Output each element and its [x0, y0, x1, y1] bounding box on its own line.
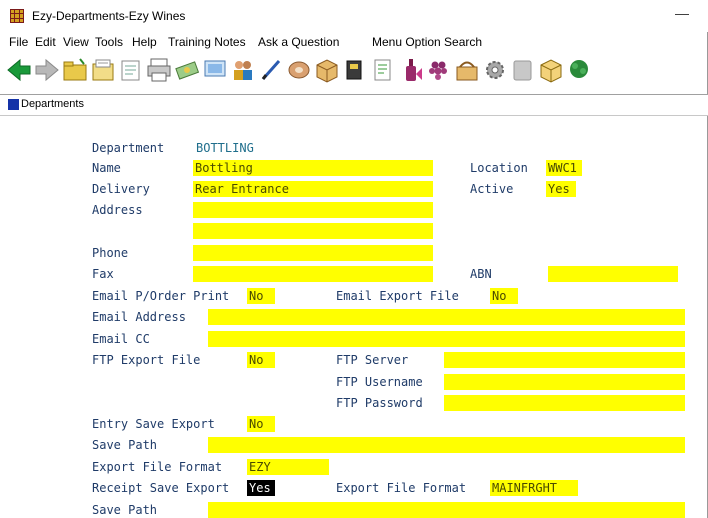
printer-icon[interactable]	[146, 56, 172, 84]
menu-help[interactable]: Help	[132, 35, 157, 49]
gear-icon[interactable]	[482, 56, 508, 84]
folder-icon[interactable]	[62, 56, 88, 84]
basket-icon[interactable]	[454, 56, 480, 84]
delivery-field[interactable]: Rear Entrance	[193, 181, 433, 197]
menu-option-search[interactable]: Menu Option Search	[372, 35, 482, 49]
tab-departments[interactable]: Departments	[21, 98, 84, 110]
delivery-label: Delivery	[92, 182, 150, 196]
fax-field[interactable]	[193, 266, 433, 282]
application-window: Ezy-Departments-Ezy Wines — File Edit Vi…	[0, 0, 708, 518]
window-title: Ezy-Departments-Ezy Wines	[32, 9, 186, 23]
menu-tools[interactable]: Tools	[95, 35, 123, 49]
abn-label: ABN	[470, 267, 492, 281]
square-icon[interactable]	[510, 56, 536, 84]
receipt-save-export-label: Receipt Save Export	[92, 481, 230, 495]
window-square-icon	[8, 99, 19, 110]
tab-bar: Departments	[0, 94, 708, 116]
tool-icon[interactable]	[342, 56, 368, 84]
phone-field[interactable]	[193, 245, 433, 261]
ftp-username-label: FTP Username	[336, 375, 423, 389]
ftp-password-label: FTP Password	[336, 396, 423, 410]
export-file-format-field[interactable]: EZY	[247, 459, 329, 475]
back-arrow-icon[interactable]	[6, 56, 32, 84]
menu-view[interactable]: View	[63, 35, 89, 49]
entry-save-export-label: Entry Save Export	[92, 417, 215, 431]
receipt-export-format-field[interactable]: MAINFRGHT	[490, 480, 578, 496]
email-export-field[interactable]: No	[490, 288, 518, 304]
folder-open-icon[interactable]	[90, 56, 116, 84]
ftp-export-label: FTP Export File	[92, 353, 201, 367]
email-po-print-field[interactable]: No	[247, 288, 275, 304]
name-label: Name	[92, 161, 121, 175]
address-label: Address	[92, 203, 143, 217]
minimize-button[interactable]: —	[672, 4, 692, 24]
toolbar	[0, 54, 708, 90]
receipt-icon[interactable]	[370, 56, 396, 84]
department-label: Department	[92, 141, 165, 155]
menu-ask-question[interactable]: Ask a Question	[258, 35, 339, 49]
save-path-field[interactable]	[208, 437, 685, 453]
name-field[interactable]: Bottling	[193, 160, 433, 176]
location-field[interactable]: WWC1	[546, 160, 582, 176]
grapes-icon[interactable]	[426, 56, 452, 84]
address-line1-field[interactable]	[193, 202, 433, 218]
save-path-label: Save Path	[92, 438, 158, 452]
bottle-icon[interactable]	[398, 56, 424, 84]
receipt-export-format-label: Export File Format	[336, 481, 467, 495]
forward-arrow-icon[interactable]	[34, 56, 60, 84]
email-cc-field[interactable]	[208, 331, 685, 347]
ftp-username-field[interactable]	[444, 374, 685, 390]
department-form: Department BOTTLING Name Bottling Locati…	[0, 114, 708, 518]
phone-label: Phone	[92, 246, 129, 260]
entry-save-export-field[interactable]: No	[247, 416, 275, 432]
ftp-export-field[interactable]: No	[247, 352, 275, 368]
email-po-print-label: Email P/Order Print	[92, 289, 230, 303]
ftp-password-field[interactable]	[444, 395, 685, 411]
menu-training-notes[interactable]: Training Notes	[168, 35, 246, 49]
box-icon[interactable]	[314, 56, 340, 84]
receipt-save-path-label: Save Path	[92, 503, 158, 517]
email-address-label: Email Address	[92, 310, 186, 324]
export-file-format-label: Export File Format	[92, 460, 223, 474]
people-icon[interactable]	[230, 56, 256, 84]
menu-edit[interactable]: Edit	[35, 35, 56, 49]
money-icon[interactable]	[174, 56, 200, 84]
department-value: BOTTLING	[196, 141, 254, 155]
title-bar[interactable]: Ezy-Departments-Ezy Wines —	[0, 0, 708, 32]
cube-icon[interactable]	[538, 56, 564, 84]
screen-icon[interactable]	[202, 56, 228, 84]
ftp-server-field[interactable]	[444, 352, 685, 368]
disc-icon[interactable]	[286, 56, 312, 84]
address-line2-field[interactable]	[193, 223, 433, 239]
active-field[interactable]: Yes	[546, 181, 576, 197]
menu-file[interactable]: File	[9, 35, 28, 49]
pen-icon[interactable]	[258, 56, 284, 84]
plant-icon[interactable]	[566, 56, 592, 84]
note-icon[interactable]	[118, 56, 144, 84]
active-label: Active	[470, 182, 514, 196]
email-cc-label: Email CC	[92, 332, 150, 346]
app-logo-icon	[10, 9, 24, 23]
receipt-save-path-field[interactable]	[208, 502, 685, 518]
email-export-label: Email Export File	[336, 289, 459, 303]
abn-field[interactable]	[548, 266, 678, 282]
receipt-save-export-field[interactable]: Yes	[247, 480, 275, 496]
location-label: Location	[470, 161, 528, 175]
email-address-field[interactable]	[208, 309, 685, 325]
ftp-server-label: FTP Server	[336, 353, 409, 367]
fax-label: Fax	[92, 267, 114, 281]
